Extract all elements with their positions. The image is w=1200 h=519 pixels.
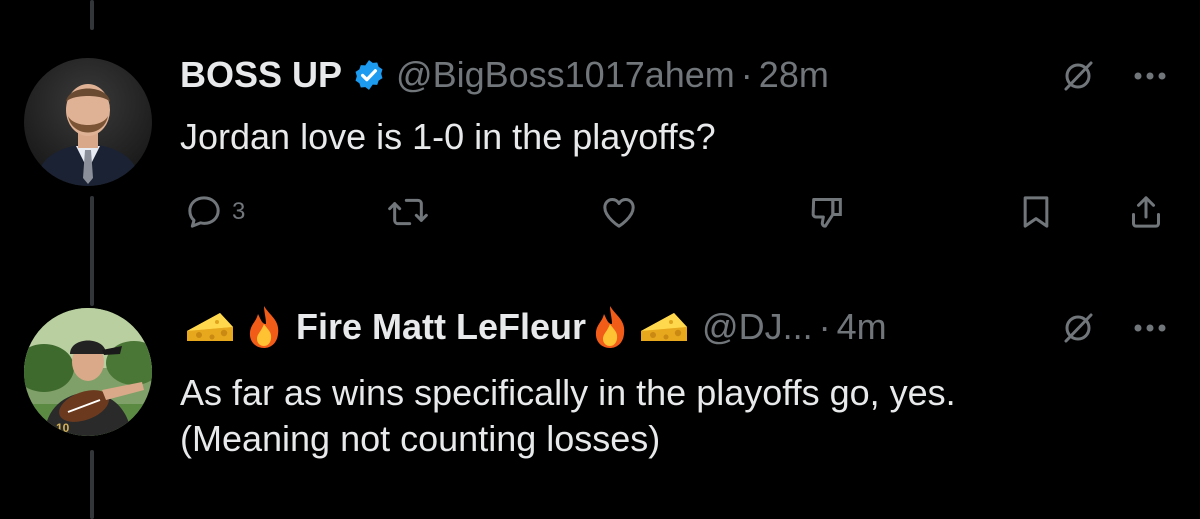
- display-name[interactable]: BOSS UP: [180, 54, 342, 96]
- grok-icon[interactable]: [1058, 56, 1098, 96]
- display-name[interactable]: Fire Matt LeFleur: [296, 306, 586, 348]
- more-options-icon[interactable]: [1128, 308, 1172, 348]
- share-icon: [1132, 196, 1160, 228]
- fire-icon: [244, 304, 284, 350]
- avatar[interactable]: 10: [24, 308, 152, 436]
- downvote-button[interactable]: [806, 190, 848, 234]
- tweet-text-line: (Meaning not counting losses): [180, 418, 661, 459]
- tweet-text-line: As far as wins specifically in the playo…: [180, 372, 956, 413]
- svg-text:10: 10: [56, 421, 70, 435]
- tweet-header: Fire Matt LeFleur @DJ... · 4m: [180, 302, 887, 352]
- reply-button[interactable]: 3: [184, 190, 245, 234]
- grok-icon[interactable]: [1058, 308, 1098, 348]
- reply-icon: [188, 196, 220, 228]
- verified-badge-icon: [352, 58, 386, 92]
- bookmark-icon: [1023, 196, 1049, 228]
- share-button[interactable]: [1126, 190, 1166, 234]
- fire-icon: [590, 304, 630, 350]
- tweet-1[interactable]: BOSS UP @BigBoss1017ahem · 28m Jordan lo…: [0, 0, 1200, 260]
- timestamp[interactable]: 28m: [759, 54, 829, 96]
- avatar[interactable]: [24, 58, 152, 186]
- cheese-icon: [184, 307, 236, 347]
- cheese-icon: [638, 307, 690, 347]
- repost-icon: [388, 198, 428, 226]
- thumbs-down-icon: [811, 198, 842, 228]
- reply-count: 3: [232, 198, 246, 225]
- tweet-text: As far as wins specifically in the playo…: [180, 370, 956, 462]
- heart-icon: [603, 198, 635, 228]
- bookmark-button[interactable]: [1016, 190, 1056, 234]
- tweet-text: Jordan love is 1-0 in the playoffs?: [180, 114, 716, 160]
- more-options-icon[interactable]: [1128, 56, 1172, 96]
- separator-dot: ·: [740, 54, 753, 95]
- handle[interactable]: @BigBoss1017ahem: [396, 54, 735, 96]
- like-button[interactable]: [598, 190, 640, 234]
- separator-dot: ·: [818, 306, 831, 347]
- tweet-text-line: Jordan love is 1-0 in the playoffs?: [180, 116, 716, 157]
- timestamp[interactable]: 4m: [837, 306, 887, 348]
- tweet-header: BOSS UP @BigBoss1017ahem · 28m: [180, 52, 829, 98]
- tweet-2[interactable]: 10 Fire Matt LeFleur @DJ... · 4m As far …: [0, 260, 1200, 519]
- handle[interactable]: @DJ...: [702, 306, 813, 348]
- repost-button[interactable]: [386, 190, 430, 234]
